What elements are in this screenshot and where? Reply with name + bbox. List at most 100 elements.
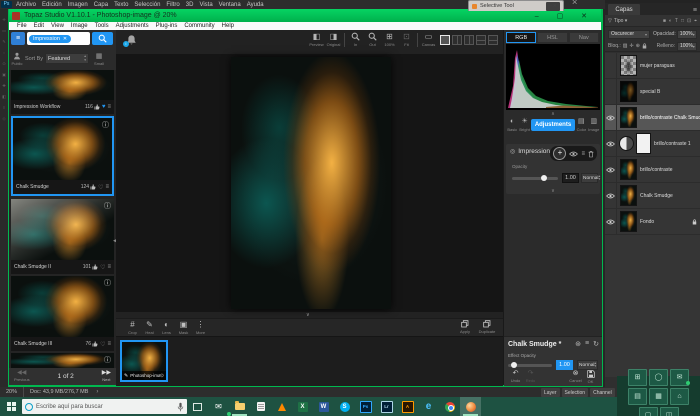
taskbar-icon-task-view[interactable] [187,397,208,416]
heal-tool-button[interactable]: ✎Heal [141,321,158,335]
basic-category-button[interactable]: ◐Basic [506,118,518,132]
layer-blend-mode-select[interactable]: Oscurecer▾ [608,30,650,39]
effect-opacity-slider[interactable] [508,364,552,367]
layer-name[interactable]: brillo/contraste [640,167,700,173]
favorite-icon[interactable]: ♡ [100,341,105,348]
search-input[interactable]: Impression✕ [27,32,90,45]
menu-ventana[interactable]: Ventana [219,2,241,8]
split-view-toggle[interactable] [488,35,498,45]
filter-type-icon[interactable]: T [675,18,678,24]
shortcut-list-icon[interactable]: ▤ [628,388,647,405]
lock-position-icon[interactable]: ⊕ [636,43,640,49]
lock-transparency-icon[interactable]: ▨ [623,43,628,49]
menu-help[interactable]: Help [222,23,234,29]
layer-fill-select[interactable]: 100%▾ [677,42,697,51]
layer-row[interactable]: special B [605,79,700,105]
visibility-toggle[interactable] [605,183,617,208]
bright-category-button[interactable]: ☀Bright [518,118,530,132]
layer-thumbnail[interactable] [620,185,637,206]
effect-blend-mode-select[interactable]: Normal ▴▾ [577,360,598,370]
sort-select[interactable]: Featured ▴▾ [45,53,89,64]
taskbar-icon-audition[interactable]: A [397,397,418,416]
info-icon[interactable]: ⓘ [104,355,111,365]
adjustment-layer-icon[interactable] [619,136,634,151]
menu-capa[interactable]: Capa [94,2,108,8]
reset-icon[interactable]: ↻ [593,340,599,348]
filter-kind-select[interactable]: Tipo ▾ [614,18,627,24]
single-view-toggle[interactable] [440,35,450,45]
visibility-toggle[interactable] [605,53,617,78]
blend-mode-select[interactable]: Normal ▴▾ [581,173,598,183]
status-expander-icon[interactable]: › [96,389,98,395]
info-icon[interactable]: ⓘ [104,278,111,288]
preset-card-selected[interactable]: ⓘ Chalk Smudge 124 ♡ ≡ [11,116,114,196]
selective-tool-window[interactable]: Selective Tool – ✕ [468,0,564,11]
original-button[interactable]: ◨Original [325,32,342,47]
preset-menu-icon[interactable]: ≡ [107,341,111,347]
public-toggle[interactable]: Public [9,52,25,66]
layer-name[interactable]: Fondo [640,219,692,225]
zoom-in-button[interactable]: In [347,32,364,47]
effect-menu-icon[interactable]: ≡ [585,340,589,348]
favorite-icon[interactable]: ♥ [102,104,106,110]
preset-card[interactable]: Impression Workflow 116 ♥ ≡ [11,70,114,114]
menu-texto[interactable]: Texto [114,2,128,8]
menu-imagen[interactable]: Imagen [68,2,88,8]
ok-button[interactable]: OK [583,370,598,384]
favorite-icon[interactable]: ♡ [100,264,105,271]
menu-view[interactable]: View [51,23,64,29]
visibility-toggle[interactable] [605,209,617,234]
opacity-slider[interactable] [512,177,558,180]
menu-edit[interactable]: Edit [34,23,44,29]
shortcut-window-icon[interactable]: ◫ [660,407,679,416]
remove-tag-icon[interactable]: ✕ [63,36,67,42]
tab-capas[interactable]: Capas [608,4,640,15]
more-tools-button[interactable]: ⋮More [192,321,209,335]
layer-name[interactable]: Chalk Smudge [640,193,700,199]
taskbar-icon-mail[interactable]: ✉ [208,397,229,416]
layer-opacity-select[interactable]: 100%▾ [677,30,697,39]
filter-smartobject-icon[interactable]: ⊡ [687,18,691,24]
preview-button[interactable]: ◧Preview [308,32,325,47]
layer-row[interactable]: brillo/contraste 1 [605,131,700,157]
visibility-toggle[interactable] [605,105,617,130]
add-adjustment-button[interactable]: + [553,147,566,160]
topaz-window-controls[interactable]: – ▢ ✕ [535,12,595,20]
microphone-icon[interactable] [177,402,184,412]
taskbar-icon-excel[interactable]: X [292,397,313,416]
filter-adjustment-icon[interactable]: ◐ [669,18,672,24]
visibility-eye-icon[interactable] [569,151,578,157]
layer-thumbnail[interactable] [620,159,637,180]
shortcut-grid2-icon[interactable]: ▦ [649,388,668,405]
lock-all-icon[interactable] [642,43,647,49]
layer-thumbnail[interactable] [620,55,637,76]
taskbar-icon-vlc[interactable] [271,397,292,416]
menu-tools[interactable]: Tools [95,23,109,29]
image-category-button[interactable]: ▥Image [588,118,600,132]
layer-row[interactable]: brillo/contraste [605,157,700,183]
lock-pixels-icon[interactable]: ✛ [630,43,634,49]
layer-name[interactable]: brillo/contraste 1 [654,141,700,147]
menu-ayuda[interactable]: Ayuda [247,2,264,8]
edit-pencil-icon[interactable]: ✎ [124,373,128,379]
selective-tool-buttons[interactable]: – ✕ [546,2,560,11]
shortcut-mail-icon[interactable]: ✉ [670,369,689,386]
visibility-toggle[interactable] [605,79,617,104]
target-layer-button[interactable]: Layer [541,388,560,397]
layer-name[interactable]: brillo/contraste Chalk Smudge II [640,115,700,121]
filter-shape-icon[interactable]: □ [681,18,684,24]
preset-menu-icon[interactable]: ≡ [107,264,111,270]
layer-row[interactable]: Fondo [605,209,700,235]
panel-menu-icon[interactable]: ≡ [693,7,697,14]
image-canvas[interactable] [116,54,503,312]
menu-community[interactable]: Community [184,23,214,29]
preset-menu-icon[interactable]: ≡ [105,184,109,190]
split-view-toggle[interactable] [464,35,474,45]
taskbar-search-input[interactable]: Escribe aquí para buscar [22,399,187,414]
layer-name[interactable]: special B [640,89,700,95]
taskbar-icon-skype[interactable]: S [334,397,355,416]
menu-vista[interactable]: Vista [199,2,212,8]
layer-row[interactable]: Chalk Smudge [605,183,700,209]
panel-menu-button[interactable]: ≡ [11,32,25,45]
canvas-button[interactable]: ▭Canvas [420,32,437,47]
